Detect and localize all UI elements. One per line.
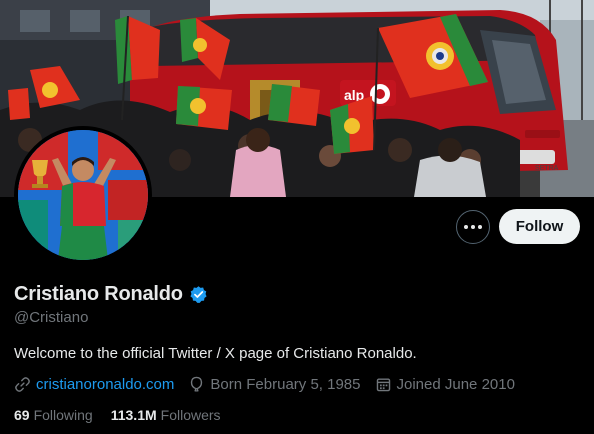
more-options-button[interactable] <box>456 210 490 244</box>
following-stat[interactable]: 69 Following <box>14 407 93 423</box>
more-dots-icon <box>464 225 482 229</box>
link-icon <box>15 377 30 392</box>
website-item[interactable]: cristianoronaldo.com <box>14 376 174 393</box>
joined-item: Joined June 2010 <box>375 376 515 393</box>
birth-date: Born February 5, 1985 <box>210 376 361 393</box>
website-link[interactable]: cristianoronaldo.com <box>36 376 174 393</box>
profile-avatar[interactable] <box>14 126 152 264</box>
bus-badge-text: SETRA <box>535 165 559 172</box>
joined-date: Joined June 2010 <box>396 376 515 393</box>
user-handle: @Cristiano <box>14 309 89 326</box>
followers-label: Followers <box>160 407 221 423</box>
follow-button[interactable]: Follow <box>499 209 580 244</box>
display-name: Cristiano Ronaldo <box>14 283 183 305</box>
profile-meta: cristianoronaldo.com Born February 5, 19… <box>14 376 529 393</box>
balloon-icon <box>191 376 203 392</box>
calendar-icon <box>376 378 390 392</box>
following-count: 69 <box>14 407 30 423</box>
follow-stats: 69 Following 113.1M Followers <box>14 407 239 423</box>
following-label: Following <box>33 407 93 423</box>
name-row: Cristiano Ronaldo <box>14 283 208 306</box>
verified-badge-icon[interactable] <box>189 285 208 304</box>
followers-stat[interactable]: 113.1M Followers <box>111 407 221 423</box>
avatar-photo <box>18 130 148 260</box>
profile-bio: Welcome to the official Twitter / X page… <box>14 345 417 362</box>
birthday-item: Born February 5, 1985 <box>188 376 361 393</box>
followers-count: 113.1M <box>110 407 157 423</box>
